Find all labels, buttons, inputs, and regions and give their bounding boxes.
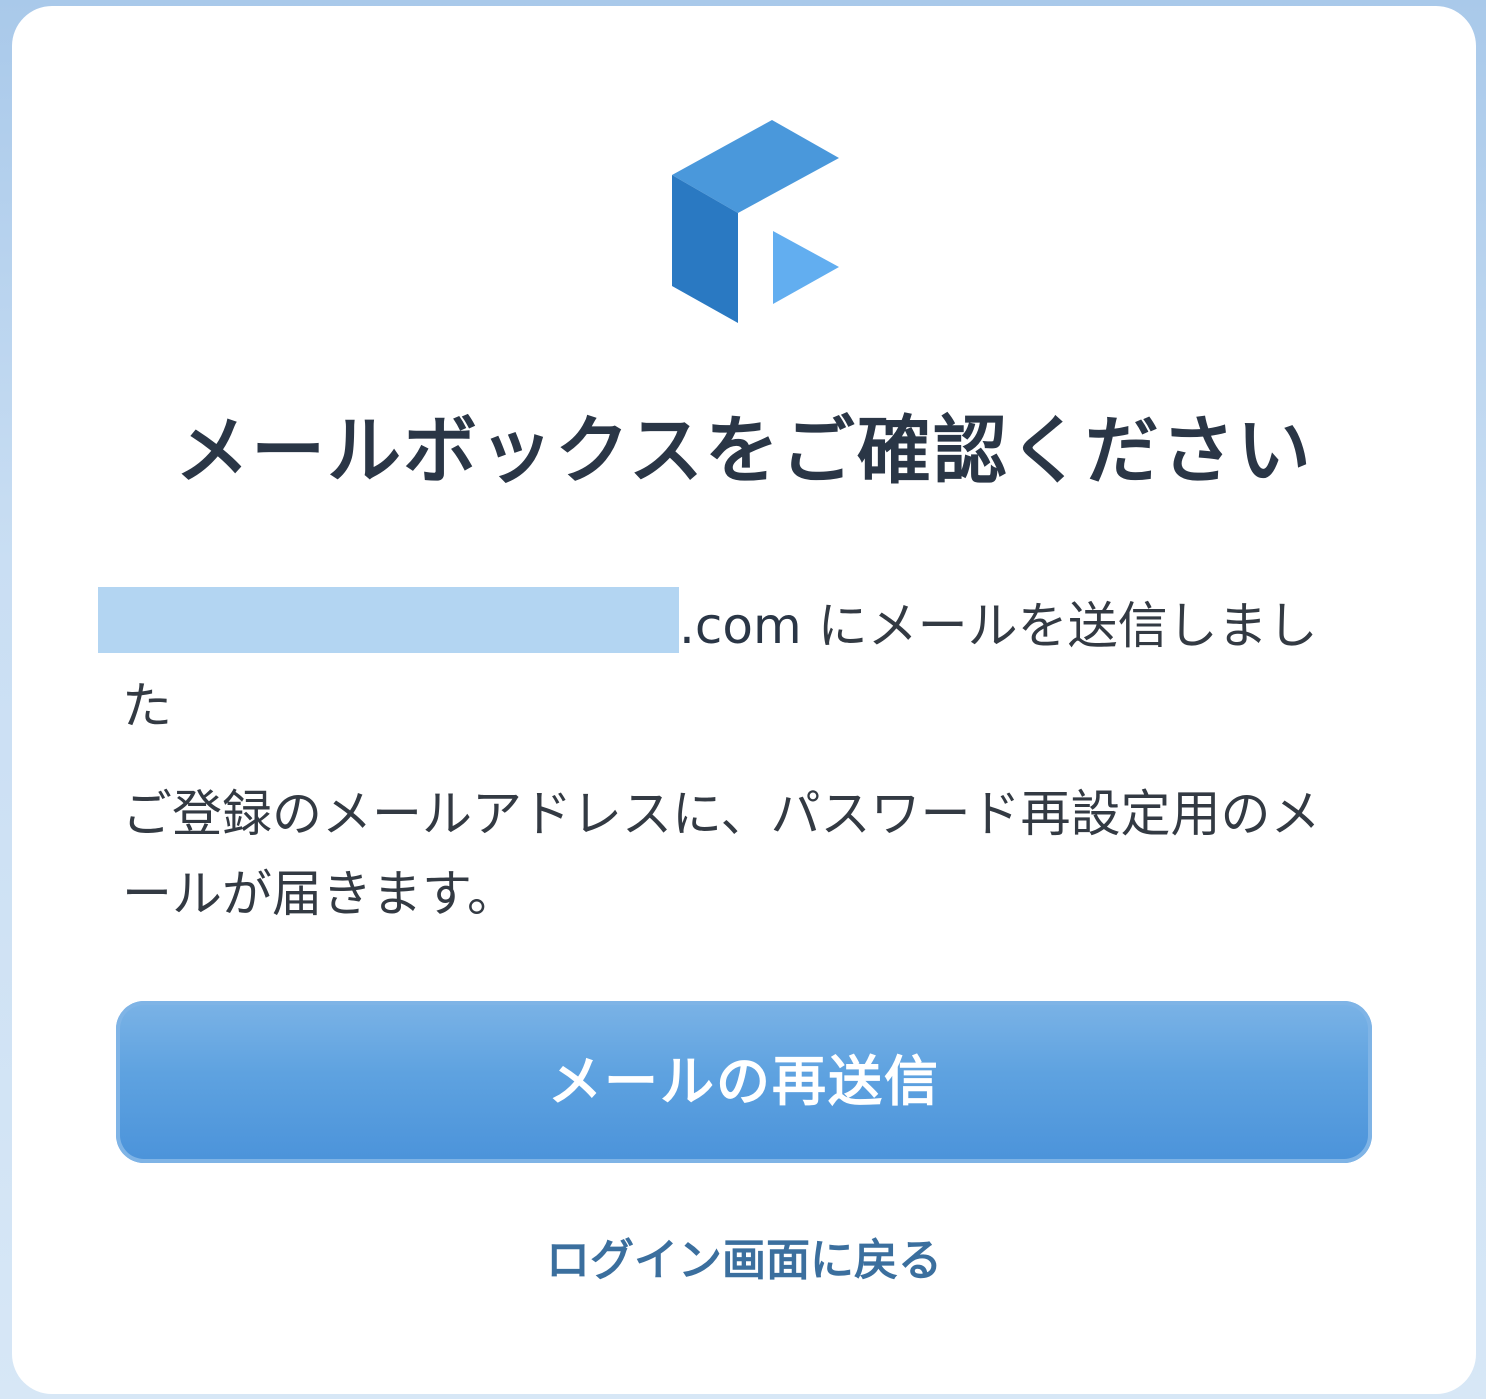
back-to-login-link[interactable]: ログイン画面に戻る [12, 1226, 1476, 1296]
email-domain: .com [679, 597, 802, 655]
app-logo-icon [672, 120, 839, 323]
password-reset-card: メールボックスをご確認ください .com にメールを送信しました ご登録のメール… [12, 6, 1476, 1394]
resend-email-button[interactable]: メールの再送信 [116, 1001, 1372, 1163]
sent-message: .com にメールを送信しました [98, 586, 1362, 746]
info-message: ご登録のメールアドレスに、パスワード再設定用のメールが届きます。 [122, 785, 1321, 923]
redacted-email-mask [98, 587, 679, 653]
page-title: メールボックスをご確認ください [175, 408, 1313, 494]
